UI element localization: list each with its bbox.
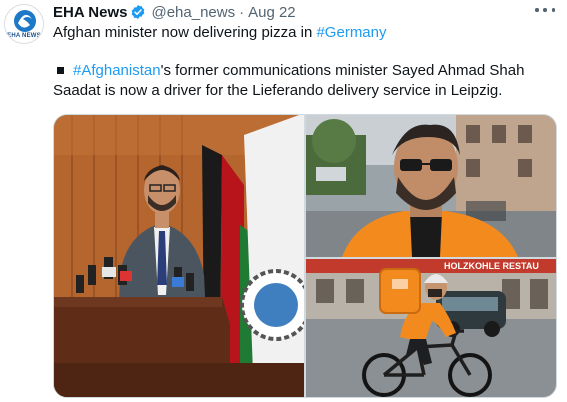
verified-badge-icon (132, 5, 145, 19)
photo-minister-podium[interactable] (54, 115, 304, 397)
more-dot (543, 8, 547, 12)
shop-sign-text: HOLZKOHLE RESTAU (444, 261, 539, 271)
more-dot (551, 8, 555, 12)
photo-delivery-bike[interactable]: HOLZKOHLE RESTAU (306, 259, 556, 397)
avatar-label: EHA NEWS (7, 33, 41, 39)
media-grid: HOLZKOHLE RESTAU (53, 114, 557, 398)
author-name[interactable]: EHA News (53, 4, 127, 21)
tweet-header: EHA News @eha_news · Aug 22 (53, 2, 296, 22)
hashtag-germany[interactable]: #Germany (316, 24, 386, 41)
hashtag-afghanistan[interactable]: #Afghanistan (73, 62, 161, 79)
photo-minister-selfie[interactable] (306, 115, 556, 257)
separator-dot: · (239, 3, 245, 21)
tweet-text-line-2: #Afghanistan's former communications min… (53, 61, 553, 101)
more-dot (535, 8, 539, 12)
more-options-icon[interactable] (535, 3, 555, 17)
avatar[interactable]: EHA NEWS (4, 4, 44, 44)
tweet-text: Afghan minister now delivering pizza in (53, 24, 317, 41)
tweet[interactable]: EHA NEWS EHA News @eha_news · Aug 22 Afg… (0, 0, 567, 402)
bullet-icon (57, 66, 64, 74)
tweet-date[interactable]: Aug 22 (248, 4, 296, 21)
tweet-text-line-1: Afghan minister now delivering pizza in … (53, 23, 387, 43)
author-handle[interactable]: @eha_news (151, 4, 235, 21)
